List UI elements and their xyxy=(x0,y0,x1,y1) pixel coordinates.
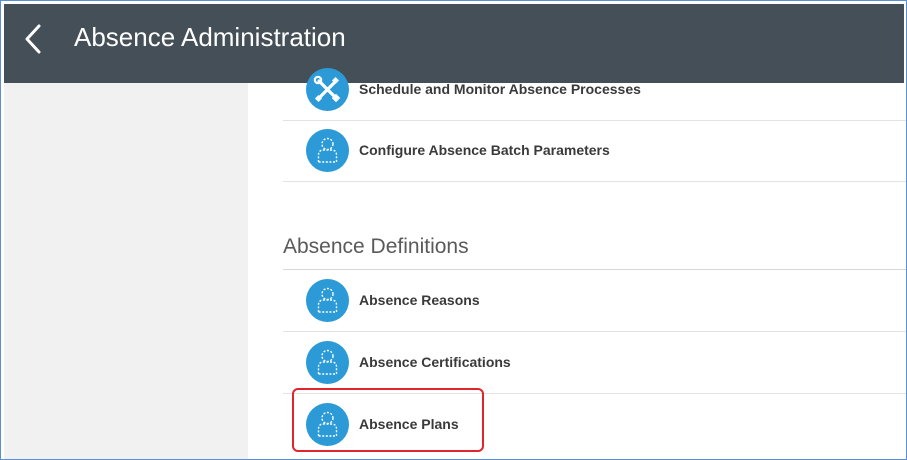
app-frame: Absence Administration Schedule and Moni… xyxy=(0,0,907,460)
task-label: Absence Plans xyxy=(359,416,459,432)
task-label: Configure Absence Batch Parameters xyxy=(359,142,610,158)
task-label: Schedule and Monitor Absence Processes xyxy=(359,81,641,97)
task-label: Absence Reasons xyxy=(359,292,480,308)
task-absence-plans[interactable]: Absence Plans xyxy=(283,394,906,455)
page-title: Absence Administration xyxy=(74,22,346,52)
task-schedule-monitor-absence-processes[interactable]: Schedule and Monitor Absence Processes xyxy=(283,59,906,121)
task-absence-reasons[interactable]: Absence Reasons xyxy=(283,270,906,332)
back-button[interactable] xyxy=(18,22,52,56)
person-outline-icon xyxy=(306,279,349,322)
task-configure-absence-batch-parameters[interactable]: Configure Absence Batch Parameters xyxy=(283,120,906,182)
task-absence-certifications[interactable]: Absence Certifications xyxy=(283,332,906,394)
chevron-left-icon xyxy=(25,24,41,54)
section-title: Absence Definitions xyxy=(283,235,469,258)
person-outline-icon xyxy=(306,129,349,172)
main-content: Schedule and Monitor Absence Processes C… xyxy=(248,68,906,459)
person-outline-icon xyxy=(306,341,349,384)
left-panel xyxy=(4,83,248,459)
task-label: Absence Certifications xyxy=(359,354,511,370)
tools-icon xyxy=(306,68,349,111)
person-outline-icon xyxy=(306,403,349,446)
